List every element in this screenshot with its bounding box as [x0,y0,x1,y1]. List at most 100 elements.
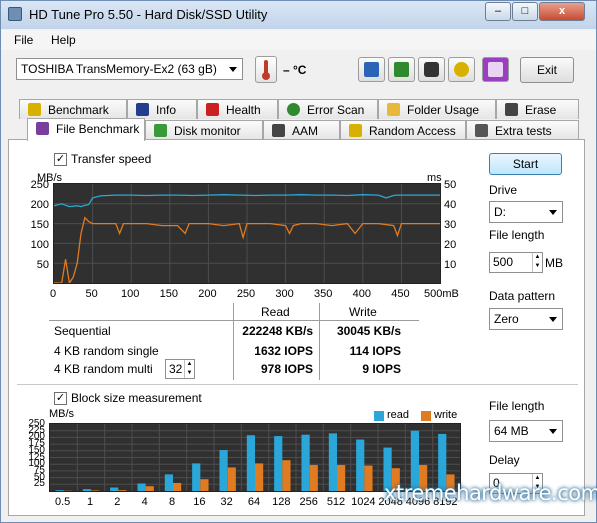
tab-info[interactable]: Info [127,99,197,119]
y-tick-right: 30 [444,219,457,231]
block-x-tick-label: 32 [220,496,233,508]
copy-screenshot-button[interactable] [388,57,415,82]
chevron-down-icon [549,317,557,322]
data-pattern-value: Zero [494,312,519,326]
watermark: xtremehardware.com [384,481,597,505]
header-divider [49,320,419,321]
file-length-label: File length [489,228,545,242]
monitor-icon [154,124,167,137]
app-icon [8,7,22,21]
file-length-value: 500 [493,255,514,269]
bar-write [227,467,236,491]
chevron-down-icon [549,210,557,215]
drive-label: Drive [489,183,518,197]
speaker-icon [272,124,285,137]
bar-read [82,489,91,491]
bar-write [118,490,127,491]
tab-folder-usage[interactable]: Folder Usage [378,99,496,119]
bar-write [282,460,291,491]
block-x-tick-label: 2 [114,496,121,508]
file-benchmark-panel: ✓ Transfer speed MB/s ms 250 200 150 100… [8,139,585,516]
data-pattern-dropdown[interactable]: Zero [489,308,563,330]
tab-error-scan[interactable]: Error Scan [278,99,378,119]
screenshot-button[interactable] [418,57,445,82]
bar-write [91,490,100,491]
drive-select[interactable]: TOSHIBA TransMemory-Ex2 (63 gB) [16,58,243,80]
drive-select-value: TOSHIBA TransMemory-Ex2 (63 gB) [21,62,217,76]
tab-label: Extra tests [495,124,552,138]
grid-icon [475,124,488,137]
bar-read [110,487,119,491]
transfer-speed-checkbox[interactable]: ✓ [54,153,67,166]
tabs-bottom-row: File Benchmark Disk monitor AAM Random A… [19,118,579,141]
x-tick-label: 250 [236,288,256,300]
tab-label: Erase [525,103,557,117]
block-file-length-value: 64 MB [494,424,529,438]
random-icon [349,124,362,137]
block-size-label: Block size measurement [71,391,202,405]
bar-write [309,465,318,491]
menu-bar: File Help [1,30,596,50]
block-x-tick-label: 64 [247,496,261,508]
queue-depth-value: 32 [169,362,183,376]
bar-read [192,463,201,491]
file-length-unit: MB [545,256,563,270]
menu-file[interactable]: File [14,33,33,47]
tabs-top-row: Benchmark Info Health Error Scan Folder … [19,99,579,119]
window-title: HD Tune Pro 5.50 - Hard Disk/SSD Utility [29,7,268,22]
tab-health[interactable]: Health [197,99,278,119]
queue-depth-spinner[interactable]: 32 ▲ ▼ [165,359,195,379]
options-button[interactable] [448,57,475,82]
tab-benchmark[interactable]: Benchmark [19,99,127,119]
block-x-tick-label: 512 [326,496,346,508]
magnifier-icon [287,103,300,116]
block-size-checkbox[interactable]: ✓ [54,392,67,405]
transfer-speed-label: Transfer speed [71,152,152,166]
toolbar: TOSHIBA TransMemory-Ex2 (63 gB) – °C Exi… [1,51,596,91]
x-tick-label: 0 [49,288,57,300]
maximize-button[interactable]: □ [512,2,538,21]
tab-disk-monitor[interactable]: Disk monitor [145,120,263,140]
tab-label: AAM [292,124,319,138]
tab-extra-tests[interactable]: Extra tests [466,120,579,140]
copy-text-button[interactable] [358,57,385,82]
row-label-4kb-single: 4 KB random single [54,344,159,358]
sequential-write-value: 30045 KB/s [336,324,401,338]
x-tick-label: 50 [85,288,98,300]
minimize-button[interactable]: – [485,2,511,21]
y-tick-right: 10 [444,259,457,271]
start-button[interactable]: Start [489,153,562,175]
file-length-spinner[interactable]: 500 ▲ ▼ [489,252,543,273]
bar-read [274,436,283,491]
block-file-length-dropdown[interactable]: 64 MB [489,420,563,442]
spinner-arrows-icon[interactable]: ▲ ▼ [184,360,194,378]
save-button[interactable] [482,57,509,82]
bar-read [137,483,146,491]
temperature-readout: – °C [283,63,307,77]
block-x-tick-label: 128 [272,496,291,508]
column-header-write: Write [349,305,377,319]
menu-help[interactable]: Help [51,33,76,47]
tab-file-benchmark[interactable]: File Benchmark [27,118,145,141]
section-divider [17,384,578,385]
bar-read [219,449,228,491]
tab-aam[interactable]: AAM [263,120,340,140]
tab-random-access[interactable]: Random Access [340,120,466,140]
y-tick-right: 20 [444,239,457,251]
block-x-tick-label: 8 [168,496,176,508]
legend-write-swatch [421,411,431,421]
spinner-arrows-icon[interactable]: ▲ ▼ [532,253,542,272]
row-label-4kb-multi: 4 KB random multi [54,362,153,376]
bar-read [164,474,173,491]
4kb-multi-read-value: 978 IOPS [260,362,313,376]
chevron-down-icon [229,67,237,72]
y-tick-right: 40 [444,199,457,211]
transfer-speed-plot [54,184,440,283]
exit-button[interactable]: Exit [520,57,574,83]
close-button[interactable]: x [539,2,585,21]
drive-dropdown[interactable]: D: [489,201,563,223]
sequential-read-value: 222248 KB/s [242,324,313,338]
app-window: HD Tune Pro 5.50 - Hard Disk/SSD Utility… [0,0,597,523]
column-header-read: Read [261,305,290,319]
tab-erase[interactable]: Erase [496,99,579,119]
